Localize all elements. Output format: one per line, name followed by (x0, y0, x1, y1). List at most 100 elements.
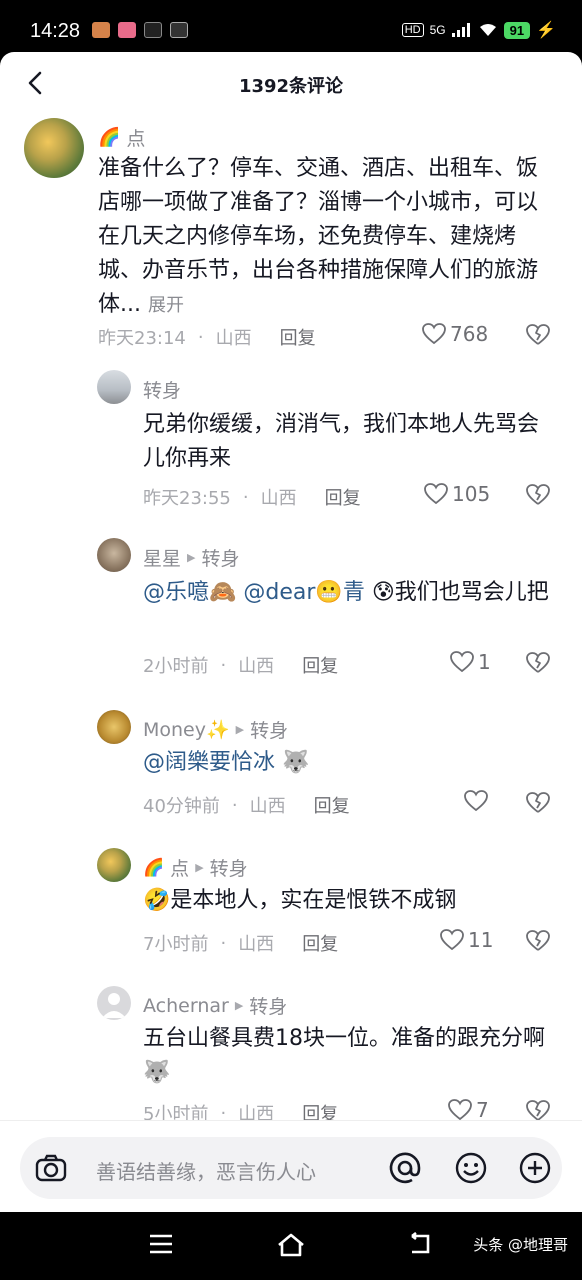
comment-author[interactable]: 🌈 点 (98, 124, 145, 151)
system-nav-bar: 头条 @地理哥 (0, 1212, 582, 1280)
heart-icon (422, 323, 446, 345)
like-button[interactable]: 11 (440, 928, 493, 952)
watermark: 头条 @地理哥 (473, 1236, 568, 1254)
avatar[interactable] (97, 538, 131, 572)
dislike-icon[interactable] (526, 652, 550, 674)
reply-arrow-icon: ▶ (234, 999, 244, 1012)
emoji-icon[interactable] (454, 1151, 488, 1185)
tiktok-notification-icon (144, 22, 162, 38)
dislike-icon[interactable] (526, 792, 550, 814)
expand-link[interactable]: 展开 (148, 295, 184, 316)
like-count: 768 (450, 322, 489, 346)
wifi-icon (479, 24, 496, 36)
comment-author[interactable]: Achernar ▶ 转身 (143, 992, 287, 1019)
comment-author[interactable]: 🌈 点 ▶ 转身 (143, 854, 248, 881)
comment-author[interactable]: Money✨ ▶ 转身 (143, 716, 288, 743)
reply-arrow-icon: ▶ (235, 723, 245, 736)
comment-input[interactable]: 善语结善缘，恶言伤人心 (20, 1137, 562, 1199)
reply-item: 星星 ▶ 转身 @乐噫🙈 @dear😬青 😰我们也骂会儿把 2小时前 · 山西 … (0, 538, 582, 688)
rainbow-icon: 🌈 (98, 127, 121, 148)
mention-icon[interactable] (388, 1151, 422, 1185)
app-notification-icon (118, 22, 136, 38)
comment-location: 山西 (260, 488, 297, 509)
heart-icon (440, 929, 464, 951)
menu-icon[interactable] (148, 1232, 174, 1256)
status-time: 14:28 (30, 20, 81, 42)
network-label: 5G (429, 23, 446, 37)
comment-meta: 2小时前 · 山西 回复 (143, 652, 338, 678)
reply-button[interactable]: 回复 (302, 930, 338, 956)
default-avatar-icon (102, 993, 126, 1018)
comment-text[interactable]: 🤣是本地人，实在是恨铁不成钢 (143, 884, 558, 918)
comment-meta: 7小时前 · 山西 回复 (143, 930, 338, 956)
comment-author[interactable]: 星星 ▶ 转身 (143, 544, 240, 571)
dislike-icon[interactable] (526, 930, 550, 952)
reply-to-name: 转身 (249, 996, 288, 1018)
comment-time: 40分钟前 (143, 796, 220, 817)
notification-icons (92, 22, 188, 38)
mention-link[interactable]: @dear😬青 (243, 580, 364, 605)
battery-indicator: 91 (503, 21, 531, 39)
charging-icon: ⚡ (536, 22, 556, 39)
like-button[interactable]: 1 (450, 650, 491, 674)
reply-to-name: 转身 (209, 858, 248, 880)
comment-text[interactable]: 准备什么了？停车、交通、酒店、出租车、饭店哪一项做了准备了？淄博一个小城市，可以… (98, 152, 548, 323)
dislike-icon[interactable] (526, 324, 550, 346)
comment-time: 7小时前 (143, 934, 209, 955)
comment-count-title: 1392条评论 (238, 76, 344, 97)
comment-header: 1392条评论 (0, 52, 582, 114)
mention-link[interactable]: @乐噫🙈 (143, 580, 236, 605)
signal-icon (451, 23, 470, 37)
comment-text[interactable]: @阔樂要恰冰 🐺 (143, 746, 558, 780)
like-button[interactable] (464, 790, 492, 812)
reply-button[interactable]: 回复 (325, 484, 361, 510)
comment-time: 昨天23:55 (143, 488, 231, 509)
heart-icon (450, 651, 474, 673)
dislike-icon[interactable] (526, 1100, 550, 1122)
reply-button[interactable]: 回复 (302, 652, 338, 678)
reply-to-name: 转身 (250, 720, 289, 742)
reply-item: Achernar ▶ 转身 五台山餐具费18块一位。准备的跟充分啊🐺 5小时前 … (0, 986, 582, 1136)
like-count: 105 (452, 482, 491, 506)
hd-icon: HD (401, 23, 424, 37)
comment-text[interactable]: @乐噫🙈 @dear😬青 😰我们也骂会儿把 (143, 576, 558, 610)
rainbow-icon: 🌈 (143, 857, 165, 878)
camera-icon[interactable] (34, 1151, 68, 1185)
like-count: 1 (478, 650, 491, 674)
avatar[interactable] (97, 370, 131, 404)
avatar[interactable] (97, 986, 131, 1020)
avatar[interactable] (97, 710, 131, 744)
input-placeholder: 善语结善缘，恶言伤人心 (96, 1160, 316, 1184)
heart-icon (464, 790, 488, 812)
comment-text[interactable]: 五台山餐具费18块一位。准备的跟充分啊🐺 (143, 1022, 558, 1090)
reply-to-name: 转身 (201, 548, 240, 570)
reply-button[interactable]: 回复 (280, 324, 316, 350)
comment-item: 🌈 点 准备什么了？停车、交通、酒店、出租车、饭店哪一项做了准备了？淄博一个小城… (0, 112, 582, 352)
avatar[interactable] (97, 848, 131, 882)
like-button[interactable]: 768 (422, 322, 488, 346)
reply-item: 转身 兄弟你缓缓，消消气，我们本地人先骂会儿你再来 昨天23:55 · 山西 回… (0, 370, 582, 520)
reply-item: Money✨ ▶ 转身 @阔樂要恰冰 🐺 40分钟前 · 山西 回复 (0, 710, 582, 830)
comment-time: 昨天23:14 (98, 328, 186, 349)
comment-text[interactable]: 兄弟你缓缓，消消气，我们本地人先骂会儿你再来 (143, 408, 558, 476)
mention-link[interactable]: @阔樂要恰冰 (143, 750, 275, 775)
dislike-icon[interactable] (526, 484, 550, 506)
like-button[interactable]: 105 (424, 482, 490, 506)
like-count: 11 (468, 928, 494, 952)
comment-meta: 40分钟前 · 山西 回复 (143, 792, 350, 818)
reply-arrow-icon: ▶ (187, 551, 196, 564)
comment-location: 山西 (215, 328, 252, 349)
reply-button[interactable]: 回复 (314, 792, 350, 818)
avatar[interactable] (24, 118, 84, 178)
back-icon[interactable] (406, 1232, 434, 1256)
reply-item: 🌈 点 ▶ 转身 🤣是本地人，实在是恨铁不成钢 7小时前 · 山西 回复 11 (0, 848, 582, 968)
comment-sheet: 1392条评论 🌈 点 准备什么了？停车、交通、酒店、出租车、饭店哪一项做了准备… (0, 52, 582, 1210)
comment-input-bar: 善语结善缘，恶言伤人心 (0, 1120, 582, 1212)
add-icon[interactable] (518, 1151, 552, 1185)
comment-author[interactable]: 转身 (143, 376, 181, 403)
status-right: HD 5G 91 ⚡ (401, 20, 556, 40)
like-button[interactable]: 7 (448, 1098, 489, 1122)
home-icon[interactable] (276, 1232, 306, 1258)
app-notification-icon (92, 22, 110, 38)
heart-icon (424, 483, 448, 505)
